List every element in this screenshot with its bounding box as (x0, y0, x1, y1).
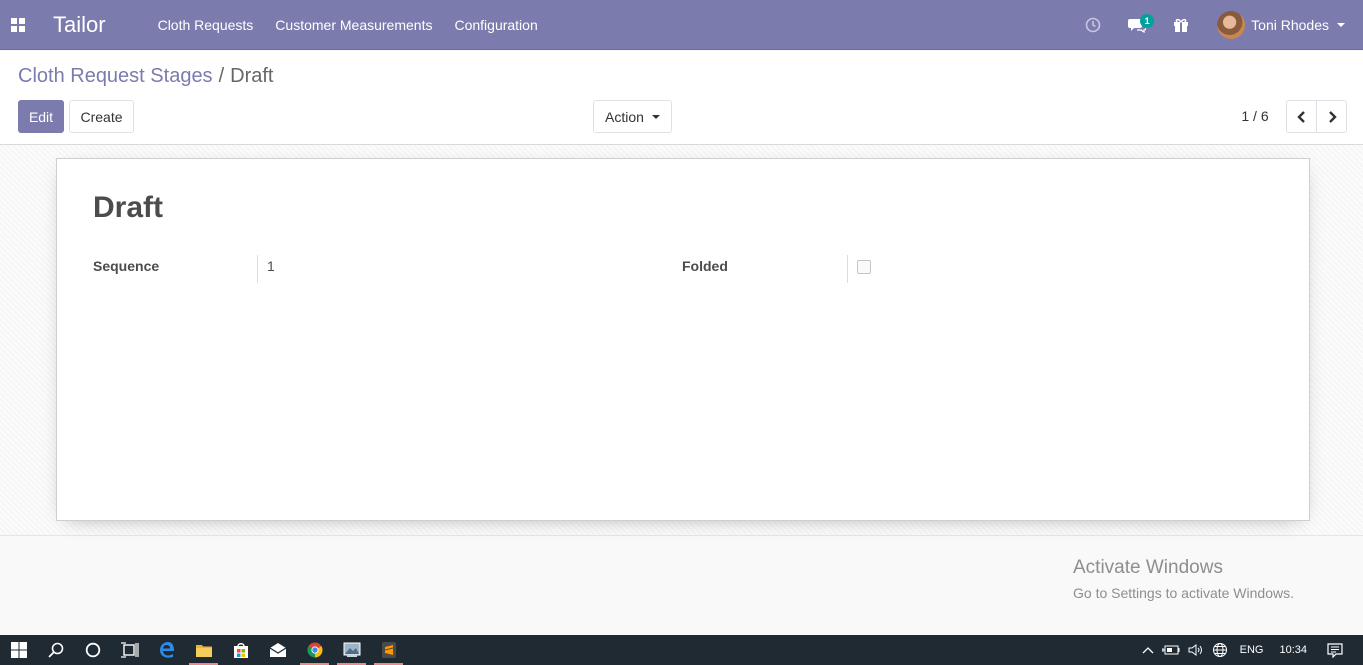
watermark-title: Activate Windows (1073, 557, 1223, 578)
messages-icon[interactable]: 1 (1115, 0, 1159, 50)
app-brand[interactable]: Tailor (53, 12, 106, 38)
avatar (1217, 10, 1246, 39)
mail-icon[interactable] (259, 635, 296, 665)
menu-customer-measurements[interactable]: Customer Measurements (275, 17, 432, 33)
pager-next-button[interactable] (1316, 100, 1347, 133)
top-navbar: Tailor Cloth Requests Customer Measureme… (0, 0, 1363, 50)
activate-windows-watermark: Activate Windows Go to Settings to activ… (1073, 557, 1294, 601)
clock-time[interactable]: 10:34 (1271, 635, 1321, 665)
pager-value[interactable]: 1 / 6 (1230, 108, 1280, 124)
menu-cloth-requests[interactable]: Cloth Requests (158, 17, 254, 33)
apps-menu-icon[interactable] (0, 0, 36, 50)
breadcrumb-current: Draft (230, 65, 274, 87)
folded-label: Folded (682, 258, 728, 274)
network-globe-icon[interactable] (1208, 635, 1232, 665)
store-icon[interactable] (222, 635, 259, 665)
system-tray: ENG 10:34 (1138, 635, 1363, 665)
task-view-icon[interactable] (111, 635, 148, 665)
volume-icon[interactable] (1184, 635, 1208, 665)
breadcrumb-parent[interactable]: Cloth Request Stages (18, 65, 213, 88)
clock-icon[interactable] (1071, 0, 1115, 50)
photos-icon[interactable] (333, 635, 370, 665)
language-indicator[interactable]: ENG (1232, 635, 1272, 665)
record-title: Draft (93, 191, 164, 224)
battery-icon[interactable] (1158, 635, 1184, 665)
chevron-right-icon (1328, 110, 1337, 123)
field-divider (257, 255, 258, 283)
notifications-icon[interactable] (1321, 635, 1363, 665)
sublime-text-icon[interactable] (370, 635, 407, 665)
gift-icon[interactable] (1159, 0, 1203, 50)
pager-previous-button[interactable] (1286, 100, 1317, 133)
form-sheet: Draft Sequence 1 Folded (56, 158, 1310, 521)
messages-badge: 1 (1140, 13, 1155, 28)
sequence-value: 1 (267, 258, 275, 274)
search-icon[interactable] (37, 635, 74, 665)
menu-configuration[interactable]: Configuration (454, 17, 537, 33)
chevron-up-icon[interactable] (1138, 635, 1158, 665)
windows-start-icon[interactable] (0, 635, 37, 665)
file-explorer-icon[interactable] (185, 635, 222, 665)
edit-button[interactable]: Edit (18, 100, 64, 133)
folded-checkbox[interactable] (857, 260, 871, 274)
user-name: Toni Rhodes (1251, 16, 1329, 33)
watermark-subtitle: Go to Settings to activate Windows. (1073, 585, 1294, 601)
create-button[interactable]: Create (69, 100, 134, 133)
sequence-label: Sequence (93, 258, 160, 274)
chevron-left-icon (1296, 110, 1305, 123)
edge-browser-icon[interactable] (148, 635, 185, 665)
field-divider (847, 255, 848, 283)
user-menu[interactable]: Toni Rhodes (1203, 0, 1363, 50)
chevron-down-icon (1337, 22, 1345, 27)
chrome-icon[interactable] (296, 635, 333, 665)
chevron-down-icon (651, 114, 660, 119)
windows-taskbar: ENG 10:34 (0, 635, 1363, 665)
action-label: Action (605, 108, 644, 125)
breadcrumb-separator: / (218, 65, 225, 87)
control-panel: Cloth Request Stages / Draft Edit Create… (0, 51, 1363, 145)
cortana-icon[interactable] (74, 635, 111, 665)
action-dropdown-button[interactable]: Action (593, 100, 672, 133)
breadcrumb: Cloth Request Stages / Draft (18, 65, 273, 88)
